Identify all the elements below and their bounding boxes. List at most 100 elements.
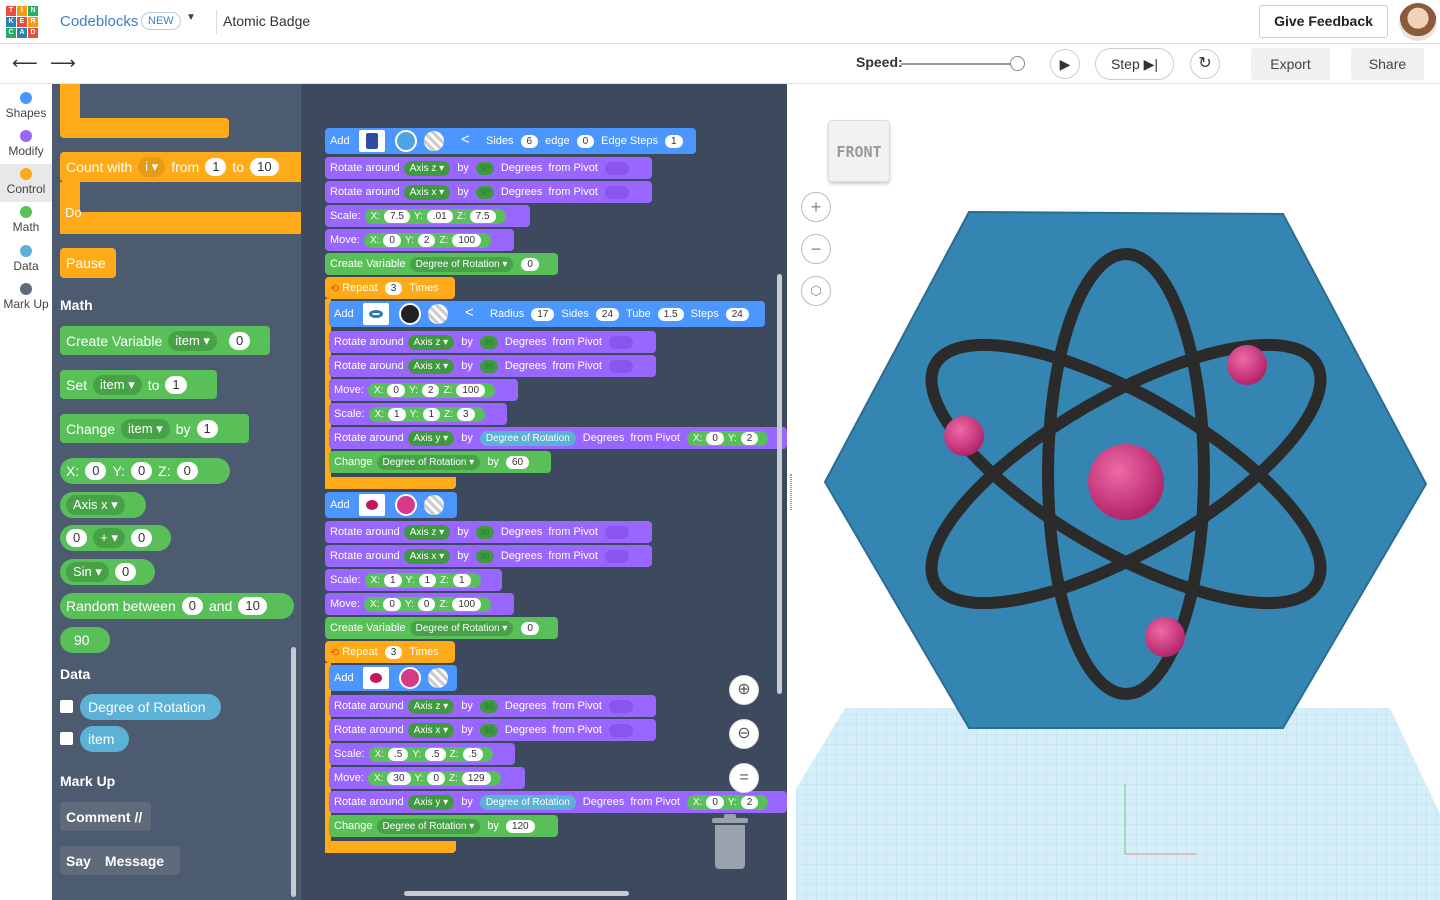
x-input[interactable]: 30 (387, 771, 411, 785)
z-input[interactable]: 129 (461, 771, 491, 785)
angle-input[interactable]: 90 (475, 525, 494, 539)
z-input[interactable]: 7.5 (469, 209, 496, 223)
export-button[interactable]: Export (1251, 48, 1330, 80)
zoom-out-button[interactable]: ⊖ (729, 719, 759, 749)
hole-toggle-icon[interactable] (428, 304, 448, 324)
variable-dropdown[interactable]: Degree of Rotation ▾ (409, 620, 514, 636)
add-sphere-block[interactable]: Add (329, 665, 457, 691)
variable-checkbox[interactable] (60, 700, 73, 713)
xyz-block[interactable]: X: 0 Y: 0 Z: 0 (60, 458, 230, 484)
operator-dropdown[interactable]: + ▾ (93, 528, 125, 548)
create-variable-block[interactable]: Create Variable Degree of Rotation ▾ 0 (325, 253, 558, 275)
hole-toggle-icon[interactable] (424, 131, 444, 151)
pivot-slot[interactable] (604, 549, 629, 563)
variable-dropdown[interactable]: Degree of Rotation ▾ (409, 256, 514, 272)
item-variable[interactable]: item (80, 726, 129, 752)
rotate-variable-block[interactable]: Rotate around Axis y ▾ by Degree of Rotatio… (329, 791, 787, 813)
value-input[interactable]: 1 (196, 419, 218, 438)
move-block[interactable]: Move: X: 0 Y: 0 Z: 100 (325, 593, 514, 615)
hole-toggle-icon[interactable] (424, 495, 444, 515)
value-input[interactable]: 0 (114, 563, 137, 581)
pivot-slot[interactable] (608, 359, 633, 373)
trash-icon[interactable] (712, 814, 748, 869)
rotate-block[interactable]: Rotate around Axis z ▾ by 90 Degrees from Piv… (325, 521, 652, 543)
create-variable-block[interactable]: Create Variable Degree of Rotation ▾ 0 (325, 617, 558, 639)
z-input[interactable]: .5 (462, 747, 483, 761)
x-input[interactable]: 0 (383, 597, 401, 611)
y-input[interactable]: 2 (417, 233, 436, 247)
mode-dropdown-icon[interactable]: ▼ (186, 12, 196, 23)
min-input[interactable]: 0 (181, 597, 203, 615)
x-input[interactable]: 0 (387, 383, 405, 397)
x-input[interactable]: 1 (388, 407, 406, 421)
change-block[interactable]: Change Degree of Rotation ▾ by 120 (329, 815, 558, 837)
y-input[interactable]: 0 (417, 597, 436, 611)
y-input[interactable]: 2 (740, 431, 759, 445)
move-block[interactable]: Move: X: 30 Y: 0 Z: 129 (329, 767, 525, 789)
view-cube[interactable]: FRONT (828, 120, 890, 182)
rotate-block[interactable]: Rotate around Axis x ▾ by 90 Degrees from Piv… (325, 545, 652, 567)
axis-dropdown[interactable]: Axis x ▾ (66, 495, 125, 515)
scale-block[interactable]: Scale: X: 1 Y: 1 Z: 1 (325, 569, 502, 591)
degree-of-rotation-variable[interactable]: Degree of Rotation (80, 694, 221, 720)
message-input[interactable]: Message (105, 853, 164, 869)
y-input[interactable]: 2 (740, 795, 759, 809)
x-input[interactable]: 0 (85, 462, 107, 480)
y-input[interactable]: .5 (425, 747, 446, 761)
z-input[interactable]: 3 (456, 407, 475, 421)
3d-viewport[interactable]: FRONT + − ⬡ (796, 84, 1440, 900)
rotate-block[interactable]: Rotate around Axis x ▾ by 90 Degrees from Piv… (329, 355, 656, 377)
collapse-chevron-icon[interactable]: < (461, 131, 470, 148)
angle-input[interactable]: 90 (479, 359, 498, 373)
y-input[interactable]: .01 (426, 209, 453, 223)
color-swatch-icon[interactable] (395, 130, 417, 152)
variable-dropdown[interactable]: Degree of Rotation ▾ (376, 454, 481, 470)
change-block[interactable]: Change Degree of Rotation ▾ by 60 (329, 451, 551, 473)
sides-input[interactable]: 6 (520, 134, 539, 148)
rotate-block[interactable]: Rotate around Axis z ▾ by 90 Degrees from Piv… (325, 157, 652, 179)
x-input[interactable]: .5 (388, 747, 409, 761)
axis-block[interactable]: Axis x ▾ (60, 492, 146, 518)
rotate-variable-block[interactable]: Rotate around Axis y ▾ by Degree of Rotatio… (329, 427, 787, 449)
variable-reporter[interactable]: Degree of Rotation (479, 430, 576, 446)
collapse-chevron-icon[interactable]: < (465, 304, 474, 321)
angle-input[interactable]: 90 (479, 699, 498, 713)
mode-label[interactable]: Codeblocks (60, 13, 138, 30)
rotate-block[interactable]: Rotate around Axis x ▾ by 90 Degrees from Piv… (325, 181, 652, 203)
axis-dropdown[interactable]: Axis z ▾ (403, 160, 451, 176)
variable-checkbox[interactable] (60, 732, 73, 745)
speed-slider-track[interactable] (901, 63, 1023, 65)
add-sphere-block[interactable]: Add (325, 492, 457, 518)
repeat-block[interactable]: ⟲ Repeat 3 Times (325, 641, 455, 663)
random-between-block[interactable]: Random between 0 and 10 (60, 593, 294, 619)
axis-dropdown[interactable]: Axis x ▾ (407, 358, 455, 374)
z-input[interactable]: 100 (452, 597, 482, 611)
value-input[interactable]: 0 (521, 621, 539, 635)
y-input[interactable]: 1 (422, 407, 441, 421)
y-input[interactable]: 1 (418, 573, 437, 587)
reset-zoom-button[interactable]: = (729, 763, 759, 793)
z-input[interactable]: 0 (176, 462, 198, 480)
avatar[interactable] (1399, 3, 1437, 41)
color-swatch-icon[interactable] (399, 667, 421, 689)
count-with-block[interactable]: Count with i ▾ from 1 to 10 (60, 152, 301, 182)
hole-toggle-icon[interactable] (428, 668, 448, 688)
variable-dropdown[interactable]: item ▾ (121, 418, 170, 439)
axis-dropdown[interactable]: Axis y ▾ (407, 794, 455, 810)
z-input[interactable]: 100 (456, 383, 486, 397)
fit-view-button[interactable]: ⬡ (801, 276, 831, 306)
axis-dropdown[interactable]: Axis y ▾ (407, 430, 455, 446)
axis-dropdown[interactable]: Axis z ▾ (403, 524, 451, 540)
category-modify[interactable]: Modify (0, 126, 52, 164)
value-input[interactable]: 0 (521, 257, 539, 271)
sin-block[interactable]: Sin ▾ 0 (60, 559, 155, 585)
speed-slider-thumb[interactable] (1009, 56, 1025, 71)
create-variable-block[interactable]: Create Variable item ▾ 0 (60, 326, 270, 355)
steps-input[interactable]: 24 (725, 307, 749, 321)
axis-dropdown[interactable]: Axis x ▾ (403, 184, 451, 200)
x-input[interactable]: 1 (384, 573, 402, 587)
scale-block[interactable]: Scale: X: .5 Y: .5 Z: .5 (329, 743, 515, 765)
x-input[interactable]: 0 (383, 233, 401, 247)
sides-input[interactable]: 24 (595, 307, 620, 321)
category-markup[interactable]: Mark Up (0, 279, 52, 317)
